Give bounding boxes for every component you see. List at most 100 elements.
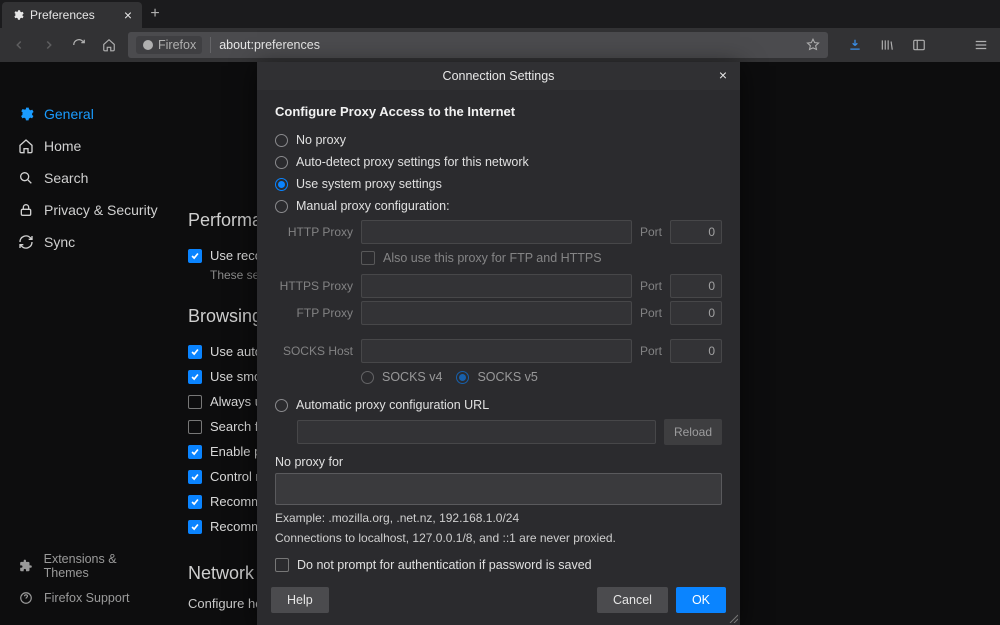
- question-icon: [18, 590, 34, 606]
- row-https-proxy: HTTPS Proxy Port: [275, 274, 722, 298]
- back-button[interactable]: [8, 34, 30, 56]
- sidebar-item-label: Search: [44, 170, 88, 186]
- http-proxy-label: HTTP Proxy: [275, 225, 353, 239]
- dialog-section-title: Configure Proxy Access to the Internet: [275, 104, 722, 119]
- close-icon[interactable]: ×: [714, 66, 732, 84]
- auto-url-input[interactable]: [297, 420, 656, 444]
- no-proxy-for-label: No proxy for: [275, 455, 722, 469]
- check-label: Also use this proxy for FTP and HTTPS: [383, 251, 602, 265]
- identity-label: Firefox: [158, 38, 196, 52]
- reload-button[interactable]: [68, 34, 90, 56]
- row-auto-url: Reload: [297, 419, 722, 445]
- radio-no-proxy[interactable]: No proxy: [275, 129, 722, 151]
- toolbar: Firefox about:preferences: [0, 28, 1000, 62]
- dialog-body: Configure Proxy Access to the Internet N…: [257, 90, 740, 579]
- tab-preferences[interactable]: Preferences ×: [2, 2, 142, 28]
- dialog-title: Connection Settings: [443, 69, 555, 83]
- sidebar-item-label: Firefox Support: [44, 591, 129, 605]
- radio-label: SOCKS v4: [382, 370, 442, 384]
- lock-icon: [18, 202, 34, 218]
- new-tab-button[interactable]: +: [142, 0, 168, 28]
- sidebar-item-privacy[interactable]: Privacy & Security: [0, 194, 180, 226]
- radio-socks-v4[interactable]: SOCKS v4: [361, 370, 442, 384]
- sidebar-item-home[interactable]: Home: [0, 130, 180, 162]
- reload-button[interactable]: Reload: [664, 419, 722, 445]
- radio-icon: [275, 156, 288, 169]
- preferences-page: General Home Search Privacy & Security S…: [0, 62, 1000, 625]
- https-proxy-label: HTTPS Proxy: [275, 279, 353, 293]
- check-proxy-dns[interactable]: Proxy DNS when using SOCKS v5: [275, 577, 722, 579]
- socks-host-label: SOCKS Host: [275, 344, 353, 358]
- radio-icon: [275, 200, 288, 213]
- preferences-sidebar: General Home Search Privacy & Security S…: [0, 62, 180, 625]
- radio-icon: [275, 134, 288, 147]
- socks-version-group: SOCKS v4 SOCKS v5: [275, 366, 722, 394]
- sidebar-item-label: Privacy & Security: [44, 202, 158, 218]
- port-label: Port: [640, 344, 662, 358]
- radio-manual[interactable]: Manual proxy configuration:: [275, 195, 722, 217]
- also-use-check[interactable]: Also use this proxy for FTP and HTTPS: [275, 247, 722, 271]
- connection-settings-dialog: Connection Settings × Configure Proxy Ac…: [257, 62, 740, 625]
- identity-badge[interactable]: Firefox: [136, 36, 202, 54]
- row-ftp-proxy: FTP Proxy Port: [275, 301, 722, 325]
- port-label: Port: [640, 279, 662, 293]
- ok-button[interactable]: OK: [676, 587, 726, 613]
- https-port-input[interactable]: [670, 274, 722, 298]
- radio-use-system[interactable]: Use system proxy settings: [275, 173, 722, 195]
- checkbox-icon: [188, 345, 202, 359]
- ftp-port-input[interactable]: [670, 301, 722, 325]
- sync-icon: [18, 234, 34, 250]
- sidebar-item-label: Sync: [44, 234, 75, 250]
- checkbox-icon: [188, 470, 202, 484]
- app-menu-icon[interactable]: [970, 34, 992, 56]
- checkbox-icon: [188, 420, 202, 434]
- http-port-input[interactable]: [670, 220, 722, 244]
- tab-strip: Preferences × +: [0, 0, 1000, 28]
- sidebar-item-general[interactable]: General: [0, 98, 180, 130]
- gear-icon: [18, 106, 34, 122]
- https-proxy-input[interactable]: [361, 274, 632, 298]
- radio-icon: [275, 399, 288, 412]
- home-button[interactable]: [98, 34, 120, 56]
- resize-grip-icon[interactable]: [728, 613, 738, 623]
- checkbox-icon: [188, 370, 202, 384]
- sidebar-item-label: General: [44, 106, 94, 122]
- example-hint: Example: .mozilla.org, .net.nz, 192.168.…: [275, 511, 722, 525]
- port-label: Port: [640, 225, 662, 239]
- sidebar-item-sync[interactable]: Sync: [0, 226, 180, 258]
- check-no-prompt[interactable]: Do not prompt for authentication if pass…: [275, 553, 722, 577]
- checkbox-icon: [275, 558, 289, 572]
- library-icon[interactable]: [876, 34, 898, 56]
- help-button[interactable]: Help: [271, 587, 329, 613]
- radio-socks-v5[interactable]: SOCKS v5: [456, 370, 537, 384]
- forward-button[interactable]: [38, 34, 60, 56]
- no-proxy-for-input[interactable]: [275, 473, 722, 505]
- sidebar-item-support[interactable]: Firefox Support: [0, 585, 180, 611]
- separator: [210, 37, 211, 53]
- downloads-icon[interactable]: [844, 34, 866, 56]
- sidebar-item-extensions[interactable]: Extensions & Themes: [0, 547, 180, 585]
- socks-port-input[interactable]: [670, 339, 722, 363]
- puzzle-icon: [18, 558, 34, 574]
- close-icon[interactable]: ×: [124, 8, 132, 22]
- sidebar-icon[interactable]: [908, 34, 930, 56]
- url-bar[interactable]: Firefox about:preferences: [128, 32, 828, 58]
- checkbox-icon: [188, 520, 202, 534]
- radio-auto-url[interactable]: Automatic proxy configuration URL: [275, 394, 722, 416]
- cancel-button[interactable]: Cancel: [597, 587, 668, 613]
- radio-auto-detect[interactable]: Auto-detect proxy settings for this netw…: [275, 151, 722, 173]
- manual-proxy-group: HTTP Proxy Port Also use this proxy for …: [275, 220, 722, 394]
- http-proxy-input[interactable]: [361, 220, 632, 244]
- row-socks-host: SOCKS Host Port: [275, 339, 722, 363]
- url-text: about:preferences: [219, 38, 320, 52]
- row-http-proxy: HTTP Proxy Port: [275, 220, 722, 244]
- ftp-proxy-label: FTP Proxy: [275, 306, 353, 320]
- bookmark-star-icon[interactable]: [806, 38, 820, 52]
- radio-icon: [456, 371, 469, 384]
- search-icon: [18, 170, 34, 186]
- ftp-proxy-input[interactable]: [361, 301, 632, 325]
- check-label: Do not prompt for authentication if pass…: [297, 558, 592, 572]
- sidebar-item-search[interactable]: Search: [0, 162, 180, 194]
- dialog-header: Connection Settings ×: [257, 62, 740, 90]
- socks-host-input[interactable]: [361, 339, 632, 363]
